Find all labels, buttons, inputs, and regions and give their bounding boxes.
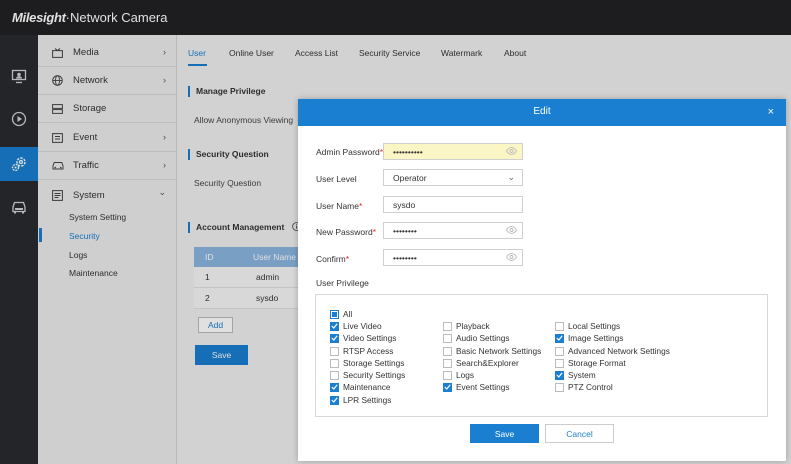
required-mark: *: [345, 254, 350, 264]
privilege-logs[interactable]: Logs: [443, 370, 474, 380]
privilege-system[interactable]: System: [555, 370, 596, 380]
checkbox-icon: [555, 321, 564, 331]
user-name-field[interactable]: sysdo: [383, 196, 523, 213]
checkmark-icon: [330, 382, 339, 392]
checkmark-icon: [443, 382, 452, 392]
confirm-password-value: ••••••••: [393, 252, 417, 263]
user-level-label: User Level: [316, 174, 357, 184]
privilege-video-settings[interactable]: Video Settings: [330, 333, 396, 343]
privilege-lpr-settings[interactable]: LPR Settings: [330, 395, 391, 405]
privilege-maintenance[interactable]: Maintenance: [330, 382, 391, 392]
checkbox-icon: [555, 382, 564, 392]
checkmark-icon: [555, 333, 564, 343]
privilege-label: All: [343, 309, 353, 319]
privilege-image-settings[interactable]: Image Settings: [555, 333, 623, 343]
privilege-label: Live Video: [343, 321, 382, 331]
admin-password-label-text: Admin Password: [316, 147, 380, 157]
user-name-label: User Name*: [316, 201, 362, 211]
eye-icon[interactable]: [506, 253, 517, 261]
privilege-label: Maintenance: [343, 382, 391, 392]
checkbox-icon: [330, 358, 339, 368]
privilege-search-explorer[interactable]: Search&Explorer: [443, 358, 519, 368]
privilege-local-settings[interactable]: Local Settings: [555, 321, 620, 331]
privilege-label: Security Settings: [343, 370, 406, 380]
privilege-label: Playback: [456, 321, 490, 331]
required-mark: *: [358, 201, 363, 211]
edit-user-dialog: Edit × Admin Password* •••••••••• User L…: [298, 99, 786, 461]
checkbox-icon: [443, 370, 452, 380]
checkbox-icon: [443, 346, 452, 356]
admin-password-field[interactable]: ••••••••••: [383, 143, 523, 160]
privilege-label: Storage Settings: [343, 358, 405, 368]
checkbox-icon: [443, 321, 452, 331]
privilege-label: PTZ Control: [568, 382, 613, 392]
new-password-field[interactable]: ••••••••: [383, 222, 523, 239]
privilege-label: Advanced Network Settings: [568, 346, 670, 356]
confirm-label-text: Confirm: [316, 254, 346, 264]
user-level-select[interactable]: Operator ⌄: [383, 169, 523, 186]
privilege-label: Event Settings: [456, 382, 510, 392]
checkbox-icon: [330, 370, 339, 380]
required-mark: *: [372, 227, 376, 237]
privilege-event-settings[interactable]: Event Settings: [443, 382, 510, 392]
new-password-label: New Password*: [316, 227, 376, 237]
user-privilege-label: User Privilege: [316, 278, 369, 288]
privilege-basic-network-settings[interactable]: Basic Network Settings: [443, 346, 541, 356]
checkmark-icon: [330, 321, 339, 331]
privilege-label: System: [568, 370, 596, 380]
user-name-value: sysdo: [393, 199, 416, 210]
privilege-storage-format[interactable]: Storage Format: [555, 358, 626, 368]
eye-icon[interactable]: [506, 226, 517, 234]
privilege-label: LPR Settings: [343, 395, 392, 405]
dialog-header: Edit ×: [298, 99, 786, 126]
new-password-value: ••••••••: [393, 225, 417, 236]
privilege-security-settings[interactable]: Security Settings: [330, 370, 405, 380]
privilege-advanced-network-settings[interactable]: Advanced Network Settings: [555, 346, 670, 356]
privilege-label: Logs: [456, 370, 474, 380]
privilege-label: Storage Format: [568, 358, 626, 368]
user-level-value: Operator: [393, 172, 427, 183]
privilege-label: Audio Settings: [456, 333, 510, 343]
checkmark-icon: [555, 370, 564, 380]
checkbox-icon: [555, 358, 564, 368]
privilege-label: Search&Explorer: [456, 358, 519, 368]
checkbox-partial-icon: [330, 309, 339, 319]
chevron-down-icon: ⌄: [507, 172, 515, 182]
checkmark-icon: [330, 333, 339, 343]
save-button[interactable]: Save: [470, 424, 539, 443]
checkbox-icon: [443, 358, 452, 368]
admin-password-value: ••••••••••: [393, 146, 423, 157]
eye-icon[interactable]: [506, 147, 517, 155]
admin-password-label: Admin Password*: [316, 147, 383, 157]
cancel-button[interactable]: Cancel: [545, 424, 614, 443]
privilege-rtsp-access[interactable]: RTSP Access: [330, 346, 393, 356]
checkbox-icon: [330, 346, 339, 356]
privilege-storage-settings[interactable]: Storage Settings: [330, 358, 404, 368]
new-password-label-text: New Password: [316, 227, 373, 237]
privilege-label: Basic Network Settings: [456, 346, 542, 356]
privilege-label: Image Settings: [568, 333, 624, 343]
privilege-label: Video Settings: [343, 333, 397, 343]
user-name-label-text: User Name: [316, 201, 359, 211]
confirm-password-field[interactable]: ••••••••: [383, 249, 523, 266]
privilege-audio-settings[interactable]: Audio Settings: [443, 333, 510, 343]
privilege-ptz-control[interactable]: PTZ Control: [555, 382, 613, 392]
checkbox-icon: [443, 333, 452, 343]
checkmark-icon: [330, 395, 339, 405]
privilege-label: Local Settings: [568, 321, 621, 331]
privilege-label: RTSP Access: [343, 346, 394, 356]
confirm-label: Confirm*: [316, 254, 349, 264]
privilege-list: All Live Video Playback Local Settings V…: [315, 294, 768, 417]
privilege-live-video[interactable]: Live Video: [330, 321, 382, 331]
close-icon[interactable]: ×: [768, 106, 774, 118]
privilege-all-checkbox[interactable]: All: [330, 309, 352, 319]
checkbox-icon: [555, 346, 564, 356]
dialog-title: Edit: [533, 106, 551, 117]
privilege-playback[interactable]: Playback: [443, 321, 490, 331]
